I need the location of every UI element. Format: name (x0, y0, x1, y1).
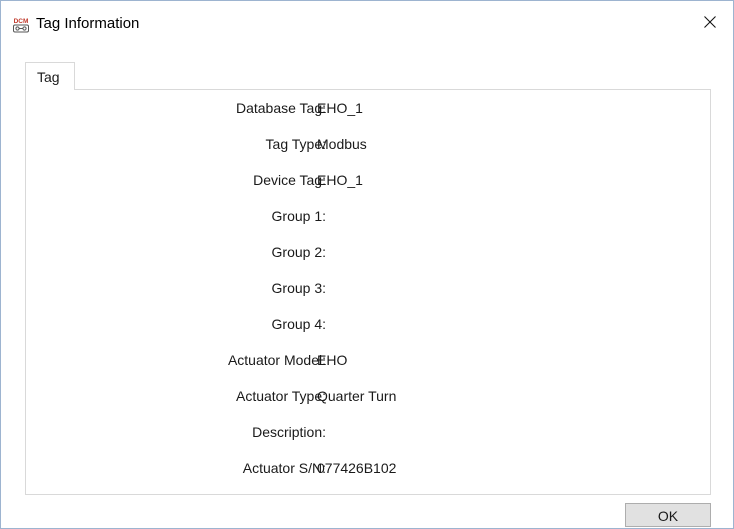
tab-tag[interactable]: Tag (25, 62, 75, 90)
field-actuator-type: Actuator Type: Quarter Turn (26, 386, 710, 406)
window-title: Tag Information (36, 15, 140, 32)
field-group-2: Group 2: (26, 242, 710, 262)
field-database-tag: Database Tag: EHO_1 (26, 98, 710, 118)
field-value: Modbus (317, 136, 367, 152)
field-label: Group 3: (271, 280, 326, 296)
title-bar: DCM Tag Information (1, 1, 733, 47)
tab-tag-label: Tag (37, 69, 60, 85)
field-label: Description: (252, 424, 326, 440)
field-label: Actuator S/N: (242, 460, 326, 476)
field-actuator-sn: Actuator S/N: 077426B102 (26, 458, 710, 478)
close-button[interactable] (687, 1, 733, 47)
field-description: Description: (26, 422, 710, 442)
field-label: Database Tag: (235, 100, 326, 116)
field-value: Quarter Turn (317, 388, 397, 404)
field-tag-type: Tag Type: Modbus (26, 134, 710, 154)
field-actuator-model: Actuator Model: EHO (26, 350, 710, 370)
field-label: Actuator Type: (235, 388, 326, 404)
tag-information-dialog: DCM Tag Information Tag Database Tag: EH… (0, 0, 734, 529)
field-value: EHO (317, 352, 348, 368)
ok-button[interactable]: OK (625, 503, 711, 527)
field-label: Group 2: (271, 244, 326, 260)
close-icon (704, 16, 716, 28)
tag-info-panel: Database Tag: EHO_1 Tag Type: Modbus Dev… (25, 89, 711, 495)
field-label: Group 1: (271, 208, 326, 224)
app-icon-text: DCM (14, 18, 29, 25)
field-device-tag: Device Tag: EHO_1 (26, 170, 710, 190)
field-group-1: Group 1: (26, 206, 710, 226)
field-value: EHO_1 (317, 100, 363, 116)
field-value: EHO_1 (317, 172, 363, 188)
dcm-app-icon: DCM (12, 16, 30, 34)
field-label: Group 4: (271, 316, 326, 332)
field-group-4: Group 4: (26, 314, 710, 334)
field-label: Actuator Model: (227, 352, 326, 368)
field-group-3: Group 3: (26, 278, 710, 298)
field-label: Device Tag: (253, 172, 326, 188)
ok-button-label: OK (657, 508, 679, 524)
field-value: 077426B102 (317, 460, 397, 476)
